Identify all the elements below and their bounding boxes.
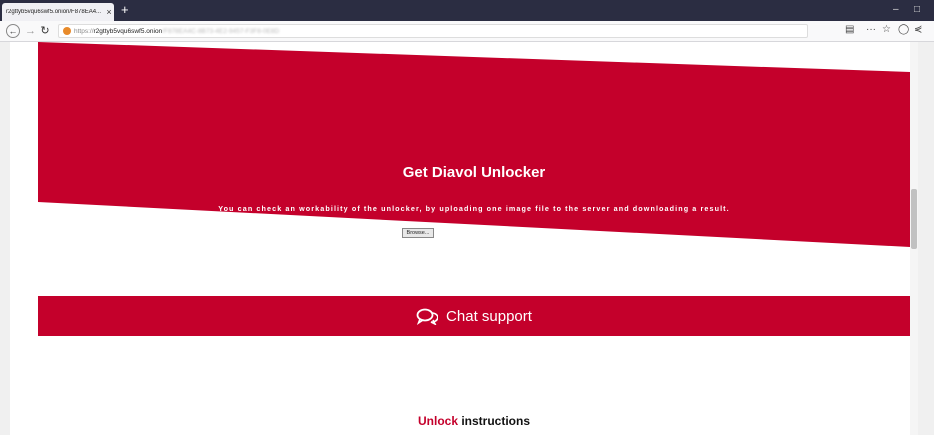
address-bar[interactable]: https:// r2gttyb5vqu6swf5.onion /F878EA4… xyxy=(58,24,808,38)
scrollbar-thumb[interactable] xyxy=(911,189,917,249)
page-content: Get Diavol Unlocker You can check an wor… xyxy=(10,42,910,435)
instructions-accent: Unlock xyxy=(417,414,458,428)
hero-title: Get Diavol Unlocker xyxy=(402,164,546,181)
instructions-rest: instructions xyxy=(458,414,531,428)
maximize-icon[interactable]: □ xyxy=(914,4,920,15)
upload-button[interactable]: Upload xyxy=(524,228,541,238)
close-tab-icon[interactable]: × xyxy=(104,7,114,17)
new-tab-button[interactable]: + xyxy=(121,3,129,17)
forward-icon[interactable]: → xyxy=(25,24,36,38)
chat-bubbles-icon xyxy=(416,308,439,325)
browser-toolbar: ← → ↻ https:// r2gttyb5vqu6swf5.onion /F… xyxy=(0,21,934,42)
url-scheme: https:// xyxy=(74,27,94,35)
chat-support-button[interactable]: Chat support xyxy=(38,296,910,336)
back-icon[interactable]: ← xyxy=(6,24,20,38)
url-host: r2gttyb5vqu6swf5.onion xyxy=(93,27,163,35)
page-actions-icon[interactable]: ··· xyxy=(866,24,876,35)
shield-icon[interactable]: ◯ xyxy=(898,24,909,35)
browse-button[interactable]: Browse... xyxy=(402,228,434,238)
minimize-icon[interactable]: – xyxy=(893,4,899,15)
url-path: /F878EA4C-8B73-4E2-9457-F3F8-0E8D xyxy=(162,27,280,35)
tab-title: r2gttyb5vqu6swf5.onion/F878EA4... xyxy=(6,9,102,15)
bookmark-star-icon[interactable]: ☆ xyxy=(882,24,891,35)
reader-view-icon[interactable]: ▤ xyxy=(845,24,854,35)
onion-security-icon xyxy=(63,27,71,35)
instructions-heading: Unlock instructions xyxy=(38,414,910,428)
reload-icon[interactable]: ↻ xyxy=(40,24,50,38)
extension-icon[interactable]: ⋞ xyxy=(914,24,922,35)
hero-banner xyxy=(38,42,910,247)
chat-support-label: Chat support xyxy=(446,307,532,325)
browser-titlebar: r2gttyb5vqu6swf5.onion/F878EA4... × + – … xyxy=(0,0,934,21)
browser-tab[interactable]: r2gttyb5vqu6swf5.onion/F878EA4... × xyxy=(2,3,114,21)
hero-subtitle: You can check an workability of the unlo… xyxy=(218,204,730,213)
file-status-text: No file selected. xyxy=(439,230,479,236)
